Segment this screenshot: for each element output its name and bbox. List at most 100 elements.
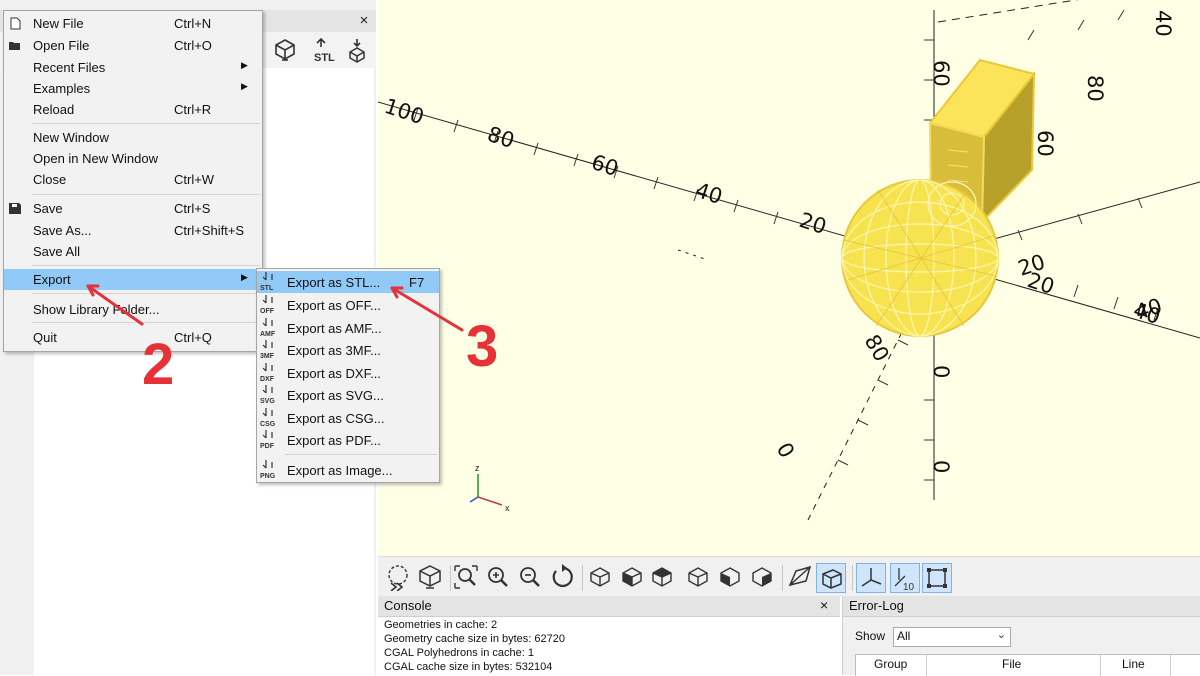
menu-item-label: Export as Image... bbox=[287, 463, 393, 478]
menu-item-label: Open File bbox=[33, 38, 90, 53]
console-line: Geometries in cache: 2 bbox=[384, 619, 498, 631]
menu-item-new-file[interactable]: New File Ctrl+N bbox=[4, 13, 262, 34]
menu-item-new-window[interactable]: New Window bbox=[4, 127, 262, 148]
console-close-button[interactable]: × bbox=[820, 597, 828, 613]
column-divider bbox=[1170, 655, 1171, 676]
svg-text:OFF: OFF bbox=[260, 308, 275, 315]
menu-item-open-in-new-window[interactable]: Open in New Window bbox=[4, 148, 262, 169]
menu-item-export-svg[interactable]: SVG Export as SVG... bbox=[257, 384, 439, 406]
3d-viewport[interactable]: 100 80 60 40 20 20 40 20 40 60 80 40 60 … bbox=[378, 0, 1200, 556]
menu-item-shortcut: Ctrl+Q bbox=[174, 330, 212, 345]
menu-separator bbox=[32, 123, 260, 124]
menu-item-export[interactable]: Export ▶ bbox=[4, 269, 262, 290]
column-divider bbox=[1100, 655, 1101, 676]
axis-label: 0 bbox=[929, 460, 953, 473]
y-axis-line bbox=[937, 0, 1079, 23]
show-scale-markers-icon[interactable]: 10 bbox=[890, 563, 920, 593]
menu-item-label: Export as SVG... bbox=[287, 388, 384, 403]
view-top-icon[interactable] bbox=[618, 563, 646, 591]
render-icon[interactable] bbox=[416, 563, 444, 591]
menu-item-export-pdf[interactable]: PDF Export as PDF... bbox=[257, 429, 439, 451]
export-stl-icon[interactable]: STL bbox=[312, 37, 338, 64]
send-to-printer-icon[interactable] bbox=[344, 37, 370, 63]
menu-item-label: New Window bbox=[33, 130, 109, 145]
show-axes-icon[interactable] bbox=[856, 563, 886, 593]
axis-label: 80 bbox=[484, 122, 517, 153]
show-filter-value: All bbox=[897, 629, 911, 643]
3mf-file-icon: 3MF bbox=[260, 340, 278, 360]
axis-label: 80 bbox=[1083, 75, 1107, 102]
show-edges-icon[interactable] bbox=[922, 563, 952, 593]
menu-item-save[interactable]: Save Ctrl+S bbox=[4, 198, 262, 219]
axis-label: 60 bbox=[1033, 130, 1057, 157]
column-header-group[interactable]: Group bbox=[874, 657, 907, 671]
menu-item-label: Export as CSG... bbox=[287, 411, 385, 426]
menu-item-close[interactable]: Close Ctrl+W bbox=[4, 169, 262, 190]
menu-item-show-library-folder[interactable]: Show Library Folder... bbox=[4, 299, 262, 320]
menu-item-recent-files[interactable]: Recent Files ▶ bbox=[4, 57, 262, 78]
column-header-file[interactable]: File bbox=[1002, 657, 1021, 671]
menu-item-export-dxf[interactable]: DXF Export as DXF... bbox=[257, 362, 439, 384]
editor-close-button[interactable]: × bbox=[356, 12, 372, 30]
menu-item-export-off[interactable]: OFF Export as OFF... bbox=[257, 294, 439, 316]
menu-item-label: Save As... bbox=[33, 223, 92, 238]
dxf-file-icon: DXF bbox=[260, 363, 278, 383]
view-left-icon[interactable] bbox=[684, 563, 712, 591]
show-filter-select[interactable]: All ⌄ bbox=[893, 627, 1011, 647]
view-front-icon[interactable] bbox=[716, 563, 744, 591]
axis-label: 60 bbox=[588, 150, 621, 181]
menu-item-label: Export as DXF... bbox=[287, 366, 381, 381]
menu-item-export-image[interactable]: PNG Export as Image... bbox=[257, 459, 439, 481]
perspective-icon[interactable] bbox=[786, 563, 814, 591]
zoom-out-icon[interactable] bbox=[516, 563, 544, 591]
render-preview-icon[interactable] bbox=[272, 37, 298, 63]
error-log-table: Group File Line bbox=[855, 654, 1200, 676]
column-header-line[interactable]: Line bbox=[1122, 657, 1145, 671]
menu-item-reload[interactable]: Reload Ctrl+R bbox=[4, 99, 262, 120]
step-number-2: 2 bbox=[142, 332, 175, 397]
menu-item-open-file[interactable]: Open File Ctrl+O bbox=[4, 35, 262, 56]
view-toolbar: 10 bbox=[378, 556, 1200, 597]
reset-view-icon[interactable] bbox=[548, 563, 576, 591]
menu-separator bbox=[285, 454, 437, 455]
stl-file-icon: STL bbox=[260, 272, 278, 292]
orthogonal-icon[interactable] bbox=[816, 563, 846, 593]
submenu-arrow-icon: ▶ bbox=[241, 60, 248, 70]
svg-text:3MF: 3MF bbox=[260, 353, 275, 360]
menu-item-examples[interactable]: Examples ▶ bbox=[4, 78, 262, 99]
console-line: Geometry cache size in bytes: 62720 bbox=[384, 633, 565, 645]
view-right-icon[interactable] bbox=[586, 563, 614, 591]
submenu-arrow-icon: ▶ bbox=[241, 272, 248, 282]
axis-ticks bbox=[413, 9, 1159, 481]
view-bottom-icon[interactable] bbox=[648, 563, 676, 591]
menu-item-save-as[interactable]: Save As... Ctrl+Shift+S bbox=[4, 220, 262, 241]
console-title: Console bbox=[384, 598, 432, 613]
zoom-in-icon[interactable] bbox=[484, 563, 512, 591]
amf-file-icon: AMF bbox=[260, 318, 278, 338]
menu-item-export-csg[interactable]: CSG Export as CSG... bbox=[257, 407, 439, 429]
error-log-panel: Error-Log Show All ⌄ Group File Line bbox=[842, 596, 1200, 676]
console-header: Console × bbox=[378, 596, 840, 617]
axis-label: 100 bbox=[381, 94, 427, 129]
svg-text:PDF: PDF bbox=[260, 443, 275, 450]
menu-item-save-all[interactable]: Save All bbox=[4, 241, 262, 262]
menu-item-label: Quit bbox=[33, 330, 57, 345]
svg-file-icon: SVG bbox=[260, 385, 278, 405]
file-menu: New File Ctrl+N Open File Ctrl+O Recent … bbox=[3, 10, 263, 352]
menu-item-label: Examples bbox=[33, 81, 91, 96]
axis-gizmo: z x bbox=[469, 463, 510, 513]
view-back-icon[interactable] bbox=[748, 563, 776, 591]
menu-item-export-amf[interactable]: AMF Export as AMF... bbox=[257, 317, 439, 339]
menu-item-export-3mf[interactable]: 3MF Export as 3MF... bbox=[257, 339, 439, 361]
svg-text:STL: STL bbox=[260, 285, 274, 292]
view-all-icon[interactable] bbox=[452, 563, 480, 591]
preview-icon[interactable] bbox=[384, 563, 412, 592]
export-submenu: STL Export as STL... F7 OFF Export as OF… bbox=[256, 268, 440, 483]
menu-item-label: Export bbox=[33, 272, 71, 287]
menu-item-label: Close bbox=[33, 172, 67, 187]
menu-item-label: Export as STL... bbox=[287, 275, 381, 290]
menu-item-export-stl[interactable]: STL Export as STL... F7 bbox=[257, 271, 439, 293]
toolbar-separator bbox=[782, 565, 783, 591]
menu-item-quit[interactable]: Quit Ctrl+Q bbox=[4, 327, 262, 348]
menu-separator bbox=[32, 194, 260, 195]
